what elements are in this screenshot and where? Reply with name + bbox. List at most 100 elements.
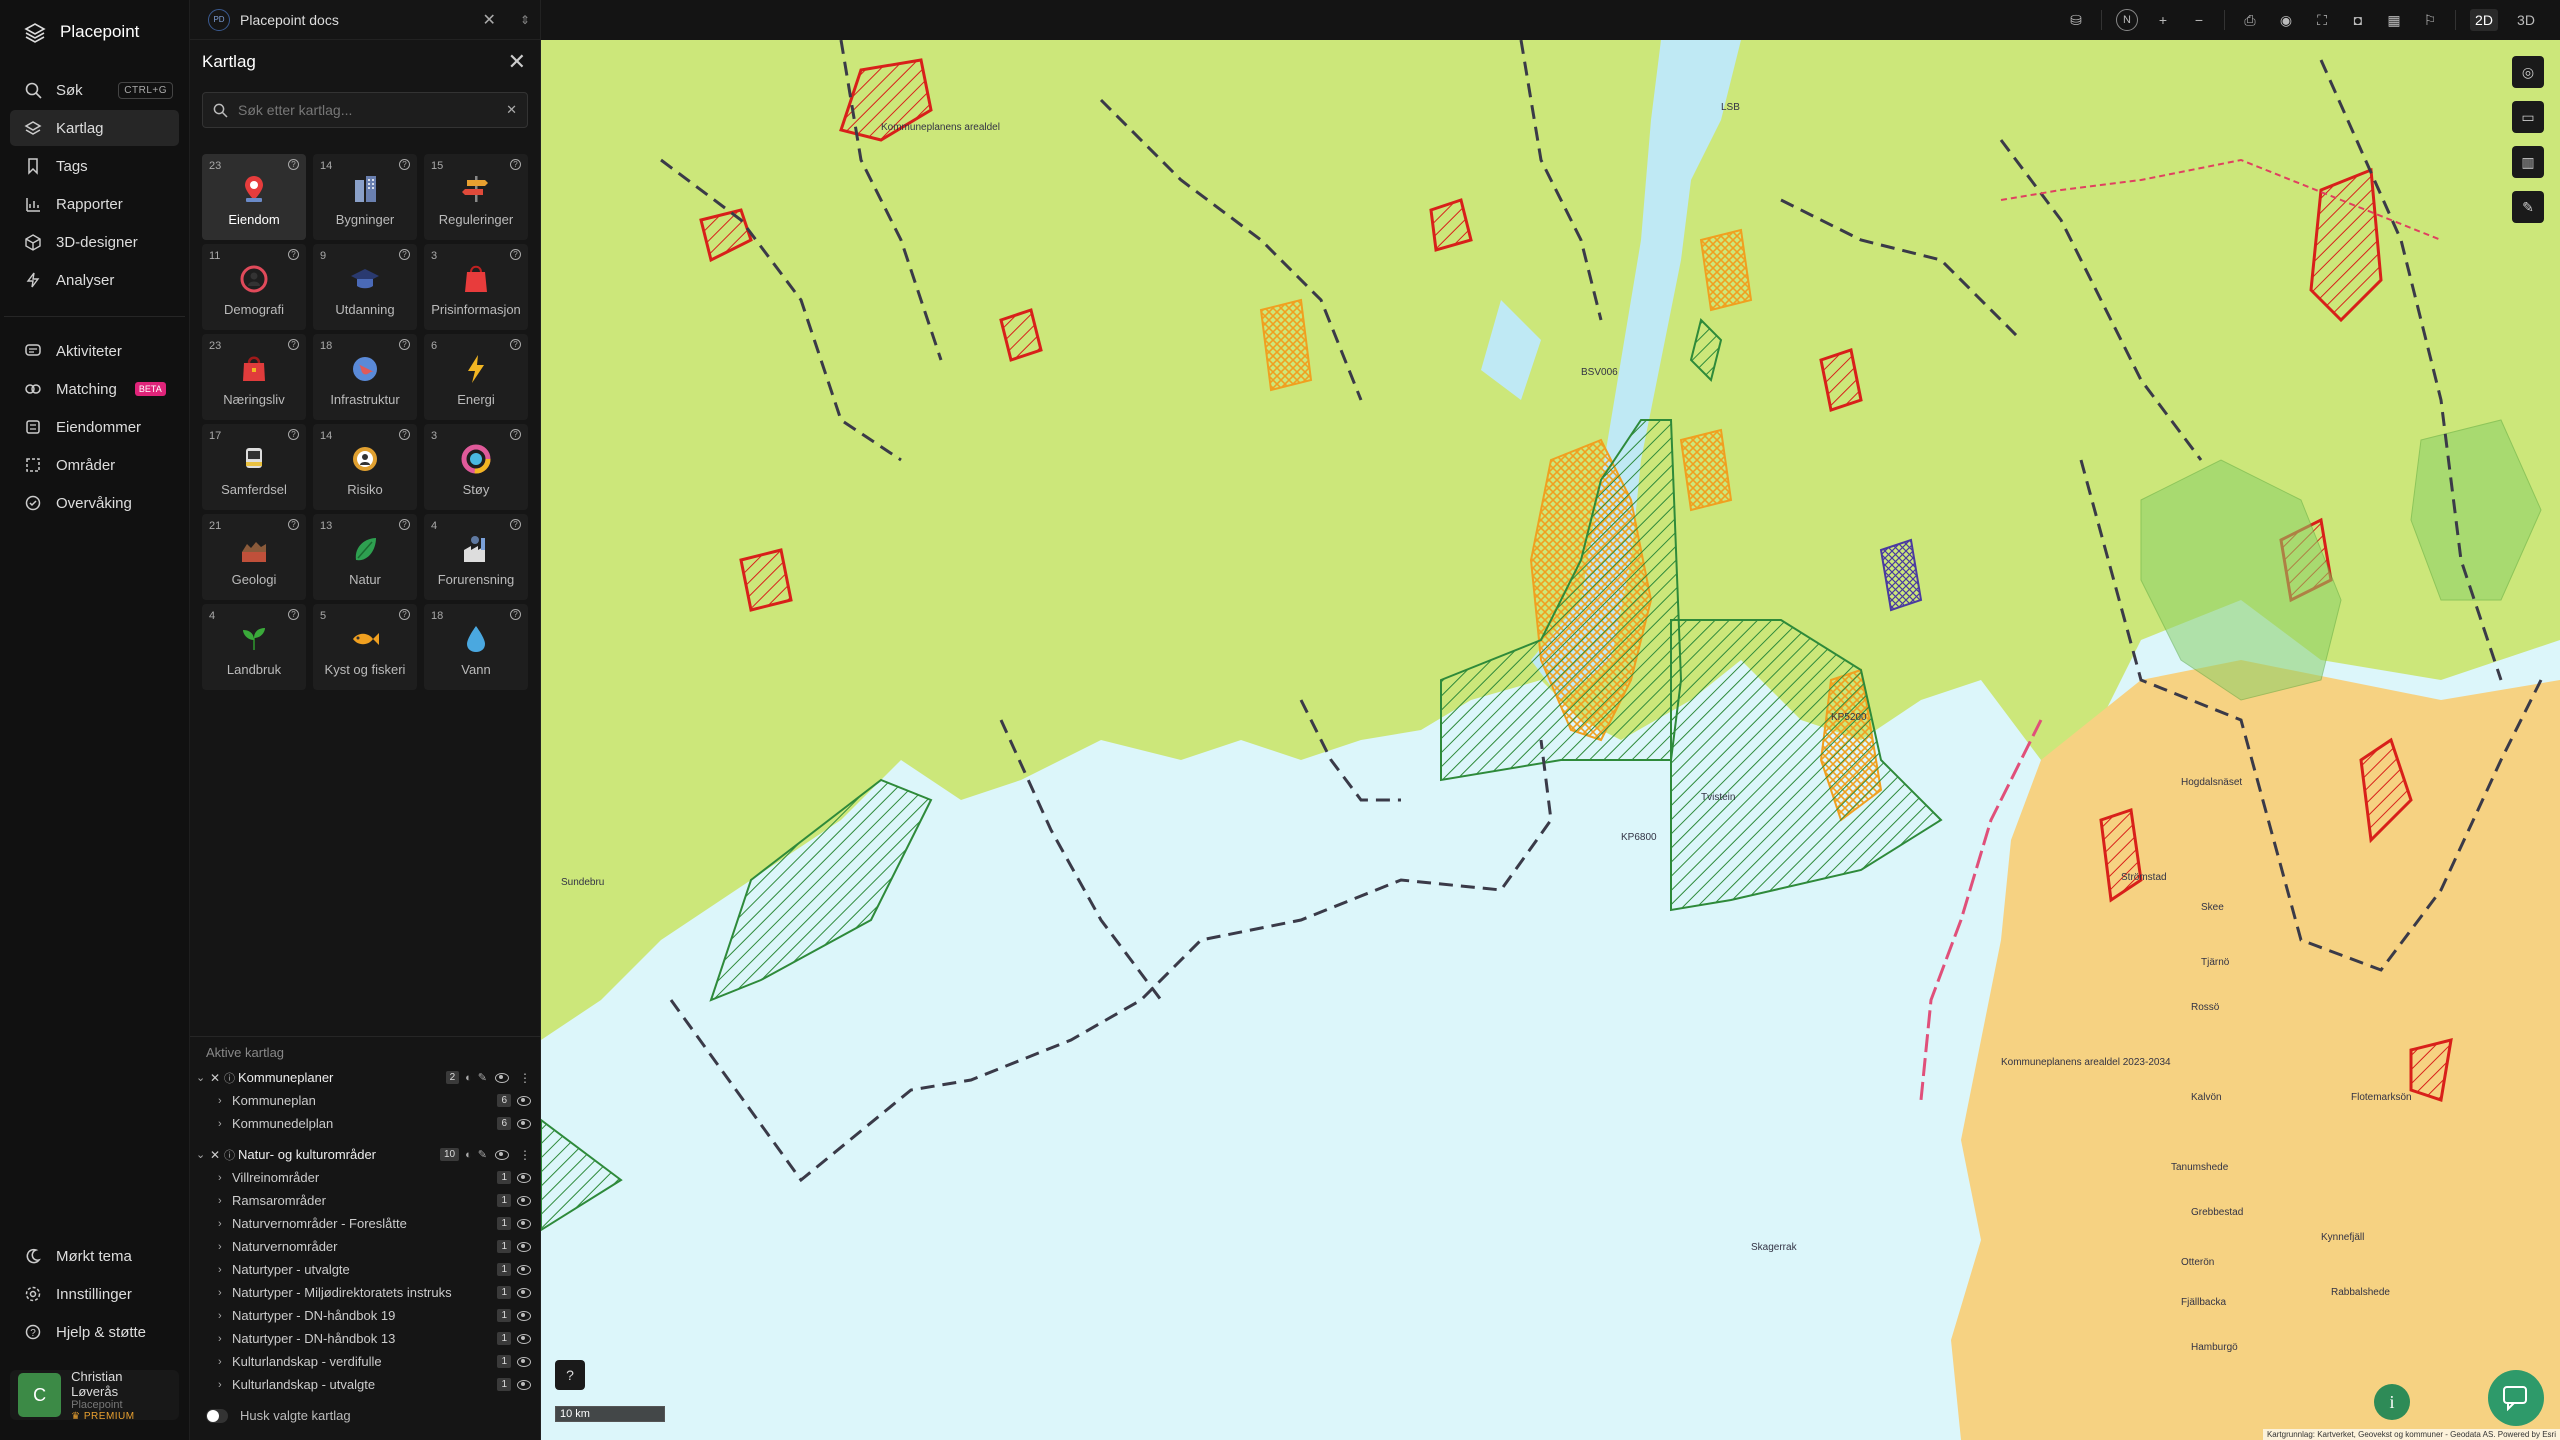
info-icon[interactable]: ? <box>288 249 299 260</box>
edit-icon[interactable]: ✎ <box>478 1071 487 1084</box>
layer-tile-geologi[interactable]: 21? Geologi <box>202 514 306 600</box>
layer-tile-forurensning[interactable]: 4? Forurensning <box>424 514 528 600</box>
fullscreen-icon[interactable]: ⛶ <box>2311 9 2333 31</box>
active-layer-item[interactable]: › Kommunedelplan 6 <box>190 1112 541 1135</box>
more-icon[interactable]: ⋮ <box>519 1148 531 1162</box>
chevron-right-icon[interactable]: › <box>218 1195 232 1207</box>
zoom-out-button[interactable]: − <box>2188 9 2210 31</box>
chevron-updown-icon[interactable]: ⇕ <box>520 13 530 27</box>
layer-tile-demografi[interactable]: 11? Demografi <box>202 244 306 330</box>
info-icon[interactable]: ? <box>399 339 410 350</box>
active-layer-group[interactable]: ⌄ ✕ ⓘ Kommuneplaner 2 ◐ ✎ ⋮ <box>190 1066 541 1089</box>
measure-icon[interactable]: ▭ <box>2512 101 2544 133</box>
remove-icon[interactable]: ✕ <box>210 1148 224 1162</box>
grid-icon[interactable]: ▦ <box>2383 9 2405 31</box>
mode-2d-button[interactable]: 2D <box>2470 9 2498 31</box>
nav-item-mørkt-tema[interactable]: Mørkt tema <box>10 1238 179 1274</box>
active-layer-item[interactable]: › Naturtyper - DN-håndbok 13 1 <box>190 1327 541 1350</box>
eye-icon[interactable] <box>517 1310 531 1321</box>
brand[interactable]: Placepoint <box>0 0 189 64</box>
info-icon[interactable]: i <box>2374 1384 2410 1420</box>
map-canvas[interactable]: Tvistein Skagerrak Strömstad Skee Tjärnö Ross… <box>541 40 2560 1440</box>
active-layer-item[interactable]: › Naturvernområder - Foreslåtte 1 <box>190 1212 541 1235</box>
info-icon[interactable]: ? <box>288 159 299 170</box>
nav-item-rapporter[interactable]: Rapporter <box>10 186 179 222</box>
active-layer-item[interactable]: › Villreinområder 1 <box>190 1166 541 1189</box>
edit-icon[interactable]: ✎ <box>478 1148 487 1161</box>
basemap-icon[interactable]: ◎ <box>2512 56 2544 88</box>
info-icon[interactable]: ? <box>399 159 410 170</box>
active-layer-item[interactable]: › Naturvernområder 1 <box>190 1235 541 1258</box>
remember-layers[interactable]: Husk valgte kartlag <box>206 1408 351 1423</box>
chevron-right-icon[interactable]: › <box>218 1356 232 1368</box>
info-icon[interactable]: ? <box>288 339 299 350</box>
chevron-right-icon[interactable]: › <box>218 1287 232 1299</box>
layer-tile-energi[interactable]: 6? Energi <box>424 334 528 420</box>
layer-tile-bygninger[interactable]: 14? Bygninger <box>313 154 417 240</box>
layer-tile-risiko[interactable]: 14? Risiko <box>313 424 417 510</box>
user-card[interactable]: C Christian Løverås Placepoint ♛ PREMIUM <box>10 1369 179 1422</box>
active-layer-item[interactable]: › Naturtyper - DN-håndbok 19 1 <box>190 1304 541 1327</box>
nav-item-tags[interactable]: Tags <box>10 148 179 184</box>
bookmark-icon[interactable]: ⚐ <box>2419 9 2441 31</box>
eye-icon[interactable] <box>517 1241 531 1252</box>
info-icon[interactable]: ? <box>399 429 410 440</box>
compass-north-button[interactable]: N <box>2116 9 2138 31</box>
info-icon[interactable]: ? <box>510 249 521 260</box>
chevron-right-icon[interactable]: › <box>218 1241 232 1253</box>
nav-item-3d-designer[interactable]: 3D-designer <box>10 224 179 260</box>
active-layer-item[interactable]: › Naturtyper - Miljødirektoratets instruk… <box>190 1281 541 1304</box>
layers-stack-icon[interactable]: ⛁ <box>2065 9 2087 31</box>
map-image[interactable]: Tvistein Skagerrak Strömstad Skee Tjärnö Ross… <box>541 40 2560 1440</box>
close-icon[interactable]: ✕ <box>483 10 496 30</box>
layer-tile-vann[interactable]: 18? Vann <box>424 604 528 690</box>
eye-icon[interactable] <box>517 1287 531 1298</box>
layer-tile-næringsliv[interactable]: 23? Næringsliv <box>202 334 306 420</box>
active-layer-item[interactable]: › Ramsarområder 1 <box>190 1189 541 1212</box>
info-icon[interactable]: ? <box>288 519 299 530</box>
nav-item-analyser[interactable]: Analyser <box>10 262 179 298</box>
print-icon[interactable]: ⎙ <box>2239 9 2261 31</box>
info-icon[interactable]: ? <box>399 609 410 620</box>
camera-icon[interactable]: ◘ <box>2347 9 2369 31</box>
layer-tile-landbruk[interactable]: 4? Landbruk <box>202 604 306 690</box>
chevron-down-icon[interactable]: ⌄ <box>196 1148 210 1161</box>
chat-button[interactable] <box>2488 1370 2544 1426</box>
chevron-right-icon[interactable]: › <box>218 1333 232 1345</box>
eye-icon[interactable] <box>517 1356 531 1367</box>
eye-icon[interactable] <box>495 1072 509 1083</box>
layer-tile-eiendom[interactable]: 23? Eiendom <box>202 154 306 240</box>
layer-tile-infrastruktur[interactable]: 18? Infrastruktur <box>313 334 417 420</box>
layer-tile-utdanning[interactable]: 9? Utdanning <box>313 244 417 330</box>
more-icon[interactable]: ⋮ <box>519 1071 531 1085</box>
remove-icon[interactable]: ✕ <box>210 1071 224 1085</box>
info-icon[interactable]: ⓘ <box>224 1147 238 1163</box>
chevron-right-icon[interactable]: › <box>218 1379 232 1391</box>
layer-tile-kyst-og-fiskeri[interactable]: 5? Kyst og fiskeri <box>313 604 417 690</box>
nav-item-innstillinger[interactable]: Innstillinger <box>10 1276 179 1312</box>
chart-tool-icon[interactable]: ▥ <box>2512 146 2544 178</box>
active-layer-item[interactable]: › Kulturlandskap - verdifulle 1 <box>190 1350 541 1373</box>
nav-item-eiendommer[interactable]: Eiendommer <box>10 409 179 445</box>
active-layer-group[interactable]: ⌄ ✕ ⓘ Natur- og kulturområder 10 ◐ ✎ ⋮ <box>190 1143 541 1166</box>
eye-icon[interactable] <box>517 1218 531 1229</box>
nav-item-matching[interactable]: Matching BETA <box>10 371 179 407</box>
info-icon[interactable]: ? <box>399 519 410 530</box>
close-panel-icon[interactable]: ✕ <box>508 49 526 75</box>
chevron-right-icon[interactable]: › <box>218 1118 232 1130</box>
layer-tile-prisinformasjon[interactable]: 3? Prisinformasjon <box>424 244 528 330</box>
draw-tool-icon[interactable]: ✎ <box>2512 191 2544 223</box>
info-icon[interactable]: ? <box>510 429 521 440</box>
info-icon[interactable]: ? <box>288 609 299 620</box>
active-layer-item[interactable]: › Kulturlandskap - utvalgte 1 <box>190 1373 541 1396</box>
layer-tile-reguleringer[interactable]: 15? Reguleringer <box>424 154 528 240</box>
chevron-right-icon[interactable]: › <box>218 1095 232 1107</box>
eye-icon[interactable] <box>517 1379 531 1390</box>
eye-icon[interactable] <box>495 1149 509 1160</box>
nav-item-aktiviteter[interactable]: Aktiviteter <box>10 333 179 369</box>
opacity-icon[interactable]: ◐ <box>465 1149 472 1161</box>
eye-icon[interactable] <box>517 1095 531 1106</box>
info-icon[interactable]: ⓘ <box>224 1070 238 1086</box>
chevron-right-icon[interactable]: › <box>218 1310 232 1322</box>
eye-icon[interactable] <box>517 1118 531 1129</box>
